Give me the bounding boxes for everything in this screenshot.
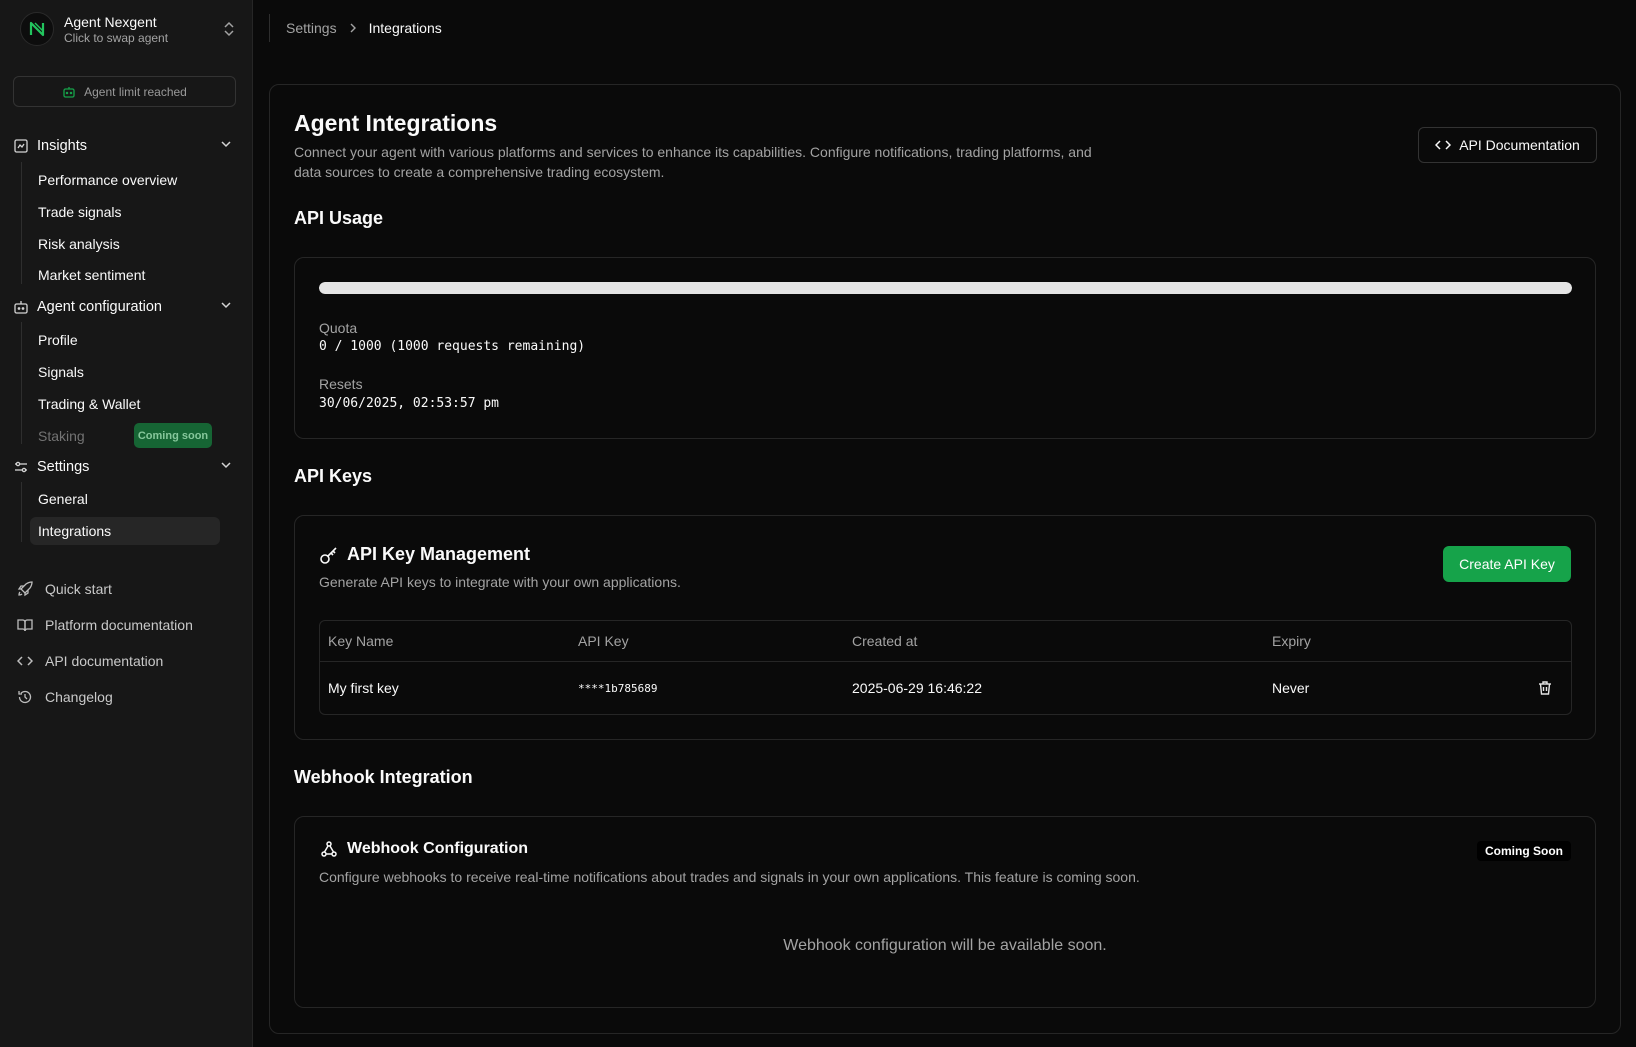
chevron-down-icon xyxy=(220,299,232,315)
api-key-management-card: API Key Management Generate API keys to … xyxy=(294,515,1596,740)
nav-group-settings[interactable]: Settings xyxy=(13,454,236,480)
api-keys-table: Key Name API Key Created at Expiry My fi… xyxy=(319,620,1572,715)
agent-logo-icon xyxy=(20,12,54,46)
sidebar-item-staking: Staking xyxy=(38,428,85,444)
api-keys-heading: API Keys xyxy=(294,466,373,486)
sidebar-item-market-sentiment[interactable]: Market sentiment xyxy=(30,261,220,289)
api-documentation-link[interactable]: API documentation xyxy=(17,648,163,674)
breadcrumb-current: Integrations xyxy=(368,20,442,36)
footer-link-label: Changelog xyxy=(45,689,113,705)
api-documentation-button[interactable]: API Documentation xyxy=(1418,127,1597,163)
quick-start-link[interactable]: Quick start xyxy=(17,576,112,602)
agent-switcher[interactable]: Agent Nexgent Click to swap agent xyxy=(20,12,236,46)
webhook-integration-heading: Webhook Integration xyxy=(294,767,473,787)
platform-documentation-link[interactable]: Platform documentation xyxy=(17,612,193,638)
nav-tree-line xyxy=(21,482,22,542)
column-header-created-at: Created at xyxy=(852,633,918,649)
agent-limit-text: Agent limit reached xyxy=(84,84,187,99)
sliders-icon xyxy=(13,459,29,475)
breadcrumb: Settings Integrations xyxy=(269,14,442,42)
api-key-management-title: API Key Management xyxy=(319,544,530,565)
api-key-management-title-text: API Key Management xyxy=(347,544,531,564)
nav-tree-line xyxy=(21,322,22,444)
page-title: Agent Integrations xyxy=(294,110,498,136)
api-usage-card: Quota 0 / 1000 (1000 requests remaining)… xyxy=(294,257,1596,439)
table-row: My first key ****1b785689 2025-06-29 16:… xyxy=(320,661,1571,715)
chart-square-icon xyxy=(13,138,29,154)
page-description: Connect your agent with various platform… xyxy=(294,144,1092,180)
bot-icon xyxy=(62,85,76,99)
webhook-configuration-title-text: Webhook Configuration xyxy=(347,840,529,857)
column-header-api-key: API Key xyxy=(578,633,629,649)
code-icon xyxy=(17,653,33,669)
created-at-cell: 2025-06-29 16:46:22 xyxy=(852,680,982,696)
chevron-down-icon xyxy=(220,138,232,154)
sidebar-item-trading-wallet[interactable]: Trading & Wallet xyxy=(30,390,220,418)
chevron-down-icon xyxy=(220,459,232,475)
footer-link-label: Quick start xyxy=(45,581,112,597)
key-name-cell: My first key xyxy=(328,680,399,696)
coming-soon-badge: Coming soon xyxy=(134,423,212,448)
agent-name: Agent Nexgent xyxy=(64,13,157,30)
rocket-icon xyxy=(17,581,33,597)
webhook-empty-state: Webhook configuration will be available … xyxy=(783,937,1107,954)
delete-key-button[interactable] xyxy=(1535,678,1555,698)
api-usage-heading: API Usage xyxy=(294,208,384,228)
resets-label: Resets xyxy=(319,376,363,392)
code-icon xyxy=(1435,138,1452,152)
nav-group-label: Insights xyxy=(37,138,87,154)
breadcrumb-chevron-icon xyxy=(349,20,357,36)
chevrons-up-down-icon xyxy=(222,21,236,40)
book-icon xyxy=(17,617,33,633)
sidebar-item-general[interactable]: General xyxy=(30,485,220,513)
nav-tree-line xyxy=(21,162,22,284)
key-icon xyxy=(319,545,339,565)
history-icon xyxy=(17,689,33,705)
api-usage-progress xyxy=(319,282,1572,294)
column-header-key-name: Key Name xyxy=(328,633,394,649)
api-key-cell: ****1b785689 xyxy=(578,681,658,695)
sidebar-item-risk-analysis[interactable]: Risk analysis xyxy=(30,230,220,258)
api-usage-progress-fill xyxy=(319,282,1572,294)
create-api-key-button[interactable]: Create API Key xyxy=(1443,546,1571,582)
footer-link-label: API documentation xyxy=(45,653,164,669)
webhook-configuration-card: Webhook Configuration Coming Soon Config… xyxy=(294,816,1596,1008)
webhook-configuration-description: Configure webhooks to receive real-time … xyxy=(319,869,1140,885)
webhook-configuration-title: Webhook Configuration xyxy=(319,839,528,859)
nav-group-label: Settings xyxy=(37,459,90,475)
breadcrumb-settings[interactable]: Settings xyxy=(286,20,337,36)
webhook-icon xyxy=(319,839,339,859)
sidebar-item-integrations[interactable]: Integrations xyxy=(30,517,220,545)
resets-value: 30/06/2025, 02:53:57 pm xyxy=(319,396,500,411)
sidebar-item-signals[interactable]: Signals xyxy=(30,358,220,386)
sidebar: Agent Nexgent Click to swap agent Agent … xyxy=(0,0,253,1047)
nav-group-label: Agent configuration xyxy=(37,299,162,315)
sidebar-item-profile[interactable]: Profile xyxy=(30,326,220,354)
coming-soon-badge: Coming Soon xyxy=(1477,841,1571,861)
agent-subtitle: Click to swap agent xyxy=(64,30,169,45)
agent-limit-button[interactable]: Agent limit reached xyxy=(13,76,236,107)
nav-group-insights[interactable]: Insights xyxy=(13,133,236,159)
quota-label: Quota xyxy=(319,320,358,336)
footer-link-label: Platform documentation xyxy=(45,617,193,633)
api-documentation-button-label: API Documentation xyxy=(1459,137,1580,153)
changelog-link[interactable]: Changelog xyxy=(17,684,113,710)
expiry-cell: Never xyxy=(1272,680,1310,696)
trash-icon xyxy=(1537,680,1553,696)
sidebar-item-performance-overview[interactable]: Performance overview xyxy=(30,166,220,194)
nav-group-agent-configuration[interactable]: Agent configuration xyxy=(13,294,236,320)
sidebar-item-trade-signals[interactable]: Trade signals xyxy=(30,198,220,226)
api-key-management-description: Generate API keys to integrate with your… xyxy=(319,574,681,590)
column-header-expiry: Expiry xyxy=(1272,633,1311,649)
quota-value: 0 / 1000 (1000 requests remaining) xyxy=(319,339,586,354)
bot-icon xyxy=(13,299,29,315)
